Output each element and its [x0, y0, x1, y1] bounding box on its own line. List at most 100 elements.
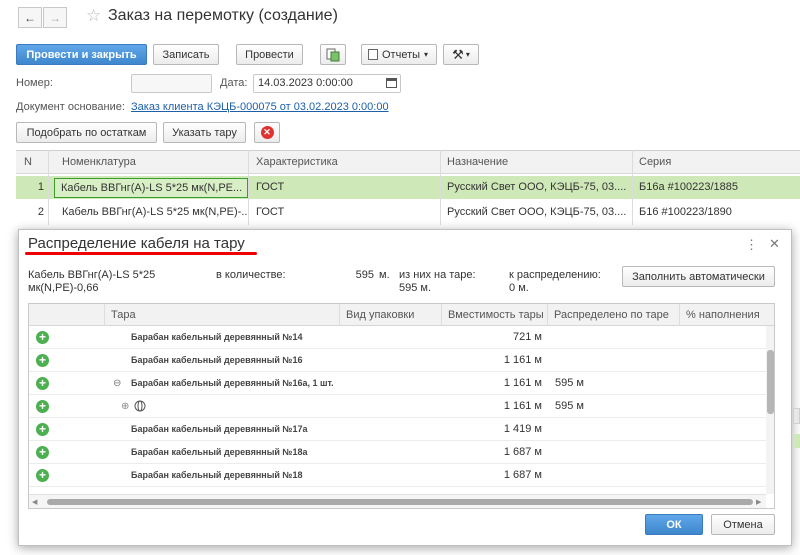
tare-row[interactable]: + Барабан кабельный деревянный №17а 1 41…	[29, 418, 766, 441]
on-tare-label: из них на таре:	[399, 269, 476, 281]
column-divider	[48, 150, 49, 225]
delete-button[interactable]: ✕	[254, 122, 280, 143]
more-actions-button[interactable]: ⚒ ▾	[443, 44, 479, 65]
characteristic-cell[interactable]: ГОСТ	[250, 201, 438, 224]
tare-row[interactable]: + Барабан кабельный деревянный №14 721 м	[29, 326, 766, 349]
add-icon[interactable]: +	[36, 423, 49, 436]
tare-capacity: 1 161 м	[503, 377, 542, 389]
reports-menu-button[interactable]: Отчеты ▾	[361, 44, 437, 65]
purpose-cell[interactable]: Русский Свет ООО, КЭЦБ-75, 03....	[441, 176, 631, 199]
table-header: N Номенклатура Характеристика Назначение…	[16, 151, 800, 174]
tare-distributed	[555, 464, 675, 487]
document-movements-button[interactable]	[320, 44, 346, 65]
pick-by-stock-button[interactable]: Подобрать по остаткам	[16, 122, 157, 143]
row-number: 2	[37, 206, 44, 218]
products-table: N Номенклатура Характеристика Назначение…	[16, 150, 800, 218]
cancel-button[interactable]: Отмена	[711, 514, 775, 535]
nomenclature-cell[interactable]: Кабель ВВГнг(А)-LS 5*25 мк(N,PE)-...	[56, 201, 248, 224]
tare-distributed	[555, 349, 675, 372]
number-input[interactable]	[131, 74, 212, 93]
to-distribute-label: к распределению:	[509, 269, 601, 281]
tare-name	[151, 395, 331, 418]
purpose-cell[interactable]: Русский Свет ООО, КЭЦБ-75, 03....	[441, 201, 631, 224]
vertical-scroll-thumb[interactable]	[767, 350, 774, 414]
forward-button[interactable]: →	[43, 7, 67, 28]
fill-automatically-button[interactable]: Заполнить автоматически	[622, 266, 775, 287]
back-button[interactable]: ←	[18, 7, 42, 28]
add-icon[interactable]: +	[36, 469, 49, 482]
column-header-n[interactable]: N	[18, 151, 48, 174]
to-distribute-text: к распределению: 0 м.	[509, 269, 609, 295]
ok-button[interactable]: ОК	[645, 514, 703, 535]
add-icon[interactable]: +	[36, 354, 49, 367]
save-button[interactable]: Записать	[153, 44, 219, 65]
table-row[interactable]: 1 Кабель ВВГнг(А)-LS 5*25 мк(N,PE... ГОС…	[16, 176, 800, 199]
on-tare-value: 595	[399, 282, 418, 294]
reports-label: Отчеты	[382, 48, 421, 61]
tare-distributed	[555, 441, 675, 464]
nomenclature-cell[interactable]: Кабель ВВГнг(А)-LS 5*25 мк(N,PE...	[54, 178, 248, 198]
add-icon[interactable]: +	[36, 446, 49, 459]
on-tare-text: из них на таре: 595 м.	[399, 269, 483, 295]
column-header-series[interactable]: Серия	[633, 151, 800, 174]
column-divider	[632, 150, 633, 225]
collapse-icon[interactable]: ⊖	[113, 372, 125, 395]
tare-row[interactable]: + Барабан кабельный деревянный №18 1 687…	[29, 464, 766, 487]
add-icon[interactable]: +	[36, 331, 49, 344]
add-icon[interactable]: +	[36, 400, 49, 413]
column-header-nomenclature[interactable]: Номенклатура	[56, 151, 246, 174]
more-menu-icon[interactable]: ⋮	[745, 237, 758, 253]
tare-capacity: 1 161 м	[503, 354, 542, 366]
column-header-package-type[interactable]: Вид упаковки	[340, 304, 442, 326]
horizontal-scroll-thumb[interactable]	[47, 499, 753, 505]
cable-drum-icon	[134, 395, 148, 418]
favorite-star-icon[interactable]: ☆	[86, 6, 101, 26]
series-cell[interactable]: Б16а #100223/1885	[633, 176, 800, 199]
quantity-value: 595	[355, 269, 374, 281]
title-highlight-underline	[25, 252, 257, 255]
tare-distribution-dialog: Распределение кабеля на тару ⋮ ✕ Кабель …	[18, 229, 792, 546]
close-icon[interactable]: ✕	[769, 236, 780, 252]
series-cell[interactable]: Б16 #100223/1890	[633, 201, 800, 224]
quantity-unit: м.	[379, 269, 390, 281]
tare-name: Барабан кабельный деревянный №17а	[131, 424, 308, 434]
column-header-fill-percent[interactable]: % наполнения	[680, 304, 766, 326]
background-field-fragment	[793, 408, 800, 424]
table-row[interactable]: 2 Кабель ВВГнг(А)-LS 5*25 мк(N,PE)-... Г…	[16, 201, 800, 224]
vertical-scrollbar[interactable]	[766, 326, 774, 494]
row-number: 1	[37, 181, 44, 193]
tare-row[interactable]: + ⊖ Барабан кабельный деревянный №16а, 1…	[29, 372, 766, 395]
number-label: Номер:	[16, 77, 53, 89]
tare-row[interactable]: + ⊕ 1 161 м 595 м	[29, 395, 766, 418]
calendar-icon[interactable]	[386, 78, 397, 88]
basis-document-link[interactable]: Заказ клиента КЭЦБ-000075 от 03.02.2023 …	[131, 101, 389, 113]
scroll-left-icon[interactable]: ◀	[32, 498, 37, 506]
characteristic-cell[interactable]: ГОСТ	[250, 176, 438, 199]
tare-name: Барабан кабельный деревянный №14	[131, 332, 303, 342]
post-and-close-button[interactable]: Провести и закрыть	[16, 44, 147, 65]
column-header-characteristic[interactable]: Характеристика	[250, 151, 438, 174]
post-button[interactable]: Провести	[236, 44, 303, 65]
horizontal-scrollbar[interactable]: ◀ ▶	[29, 494, 766, 508]
date-input[interactable]: 14.03.2023 0:00:00	[253, 74, 401, 93]
column-divider	[440, 150, 441, 225]
column-header-purpose[interactable]: Назначение	[441, 151, 631, 174]
tare-capacity: 1 419 м	[503, 423, 542, 435]
tare-capacity: 1 687 м	[503, 469, 542, 481]
add-icon[interactable]: +	[36, 377, 49, 390]
tare-row[interactable]: + Барабан кабельный деревянный №16 1 161…	[29, 349, 766, 372]
column-header-distributed[interactable]: Распределено по таре	[548, 304, 680, 326]
tare-capacity: 721 м	[513, 331, 542, 343]
delete-icon: ✕	[260, 126, 274, 139]
chevron-down-icon: ▾	[424, 50, 429, 59]
cable-name: Кабель ВВГнг(А)-LS 5*25 мк(N,PE)-0,66	[28, 269, 156, 294]
column-header-tare[interactable]: Тара	[105, 304, 340, 326]
arrow-right-icon: →	[49, 10, 61, 25]
expand-icon[interactable]: ⊕	[121, 395, 133, 418]
column-header-capacity[interactable]: Вместимость тары	[442, 304, 548, 326]
tare-row[interactable]: + Барабан кабельный деревянный №18а 1 68…	[29, 441, 766, 464]
scroll-right-icon[interactable]: ▶	[756, 498, 761, 506]
specify-tare-button[interactable]: Указать тару	[163, 122, 246, 143]
movements-icon	[326, 48, 340, 61]
tare-distributed	[555, 418, 675, 441]
